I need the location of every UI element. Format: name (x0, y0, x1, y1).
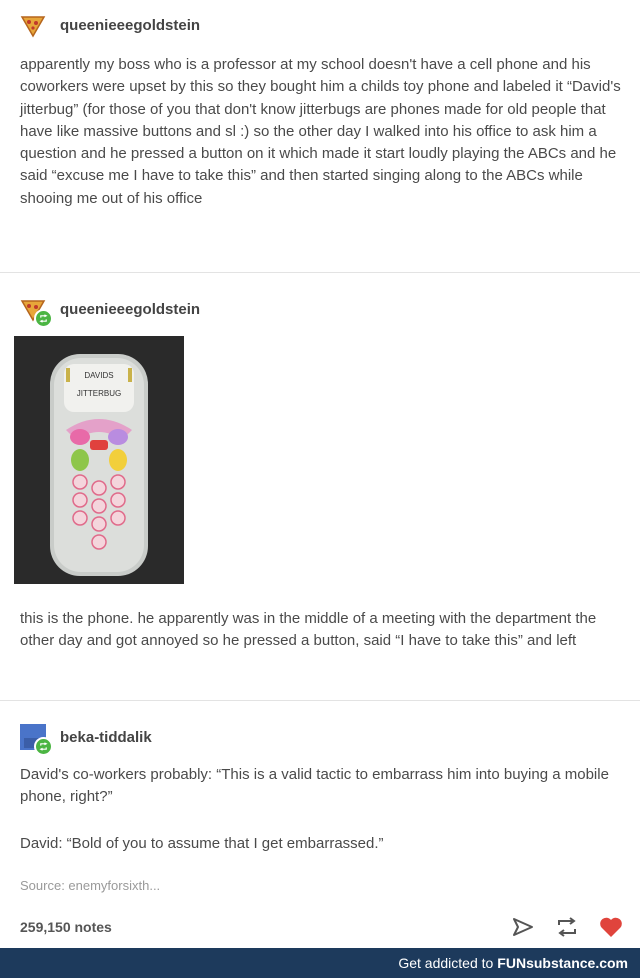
avatar[interactable] (20, 12, 46, 38)
username[interactable]: queenieeegoldstein (60, 301, 200, 318)
post-body: this is the phone. he apparently was in … (20, 610, 597, 650)
footer-brand[interactable]: FUNsubstance.com (497, 955, 628, 971)
username[interactable]: beka-tiddalik (60, 729, 152, 746)
username[interactable]: queenieeegoldstein (60, 17, 200, 34)
toy-phone-image[interactable]: DAVIDS JITTERBUG (14, 336, 184, 584)
footer-watermark: Get addicted to FUNsubstance.com (0, 948, 640, 978)
pizza-slice-icon (20, 16, 46, 38)
source-link[interactable]: Source: enemyforsixth... (20, 878, 160, 893)
reblog-icon[interactable] (554, 914, 580, 940)
avatar[interactable] (20, 724, 53, 756)
post-body: apparently my boss who is a professor at… (20, 56, 621, 207)
heart-icon[interactable] (598, 914, 624, 940)
post-header: beka-tiddalik (20, 724, 152, 756)
post-header: queenieeegoldstein (20, 12, 200, 38)
share-arrow-icon[interactable] (510, 914, 536, 940)
divider (0, 272, 640, 273)
reblog-badge-icon (34, 737, 53, 756)
post-body: David's co-workers probably: “This is a … (20, 766, 609, 806)
phone-label-line2: JITTERBUG (77, 389, 121, 398)
post-body-2: David: “Bold of you to assume that I get… (20, 835, 384, 852)
post-actions (510, 914, 624, 940)
divider (0, 700, 640, 701)
post-header: queenieeegoldstein (20, 296, 200, 328)
notes-count[interactable]: 259,150 notes (20, 919, 112, 935)
phone-label-line1: DAVIDS (84, 371, 113, 380)
reblog-badge-icon (34, 309, 53, 328)
avatar[interactable] (20, 296, 53, 328)
footer-prefix: Get addicted to (398, 955, 494, 971)
